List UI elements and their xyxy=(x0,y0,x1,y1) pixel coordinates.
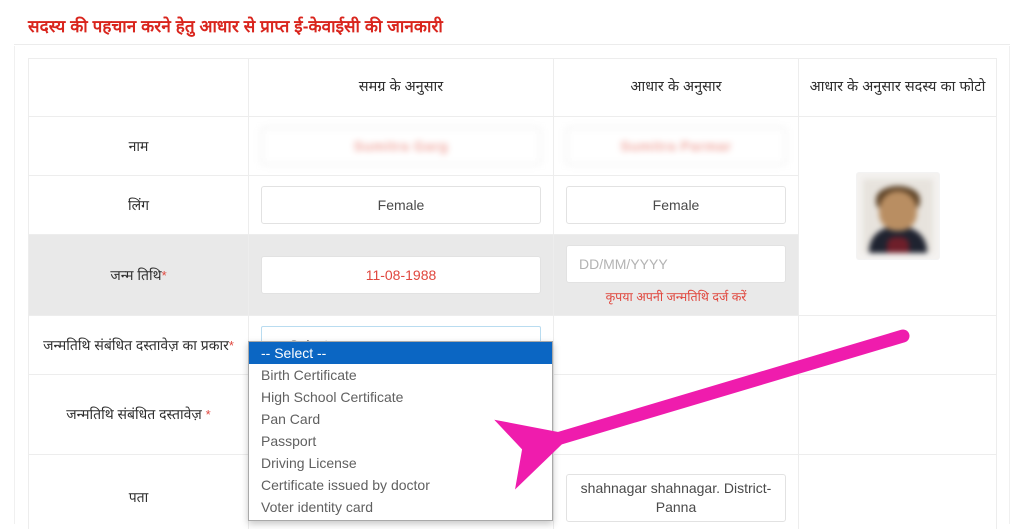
cell-doc-upload-aadhaar xyxy=(553,374,799,455)
dropdown-option-2[interactable]: High School Certificate xyxy=(249,386,552,408)
row-label-doc-type: जन्मतिथि संबंधित दस्तावेज़ का प्रकार* xyxy=(28,315,249,375)
table-header: समग्र के अनुसार आधार के अनुसार आधार के अ… xyxy=(28,58,997,117)
row-label-address: पता xyxy=(28,454,249,529)
row-label-doc-upload: जन्मतिथि संबंधित दस्तावेज़ * xyxy=(28,374,249,455)
dob-samagra-value: 11-08-1988 xyxy=(261,256,541,294)
row-label-name: नाम xyxy=(28,116,249,176)
required-asterisk-doc-upload: * xyxy=(205,407,211,423)
required-asterisk-doc-type: * xyxy=(228,337,234,353)
header-samagra: समग्र के अनुसार xyxy=(248,58,554,117)
dropdown-option-4[interactable]: Passport xyxy=(249,430,552,452)
cell-address-aadhaar: shahnagar shahnagar. District-Panna xyxy=(553,454,799,529)
address-aadhaar-value: shahnagar shahnagar. District-Panna xyxy=(566,473,786,522)
gender-aadhaar-value: Female xyxy=(566,186,786,224)
cell-member-photo xyxy=(798,116,997,316)
row-label-dob-text: जन्म तिथि xyxy=(110,266,162,283)
header-blank xyxy=(28,58,249,117)
dropdown-option-1[interactable]: Birth Certificate xyxy=(249,364,552,386)
cell-dob-aadhaar: DD/MM/YYYY कृपया अपनी जन्मतिथि दर्ज करें xyxy=(553,234,799,316)
cell-dob-samagra: 11-08-1988 xyxy=(248,234,554,316)
photo-frame xyxy=(856,173,939,259)
cell-gender-aadhaar: Female xyxy=(553,175,799,235)
name-samagra-value: Sumitra Garg xyxy=(261,127,541,165)
row-label-gender: लिंग xyxy=(28,175,249,235)
header-aadhaar: आधार के अनुसार xyxy=(553,58,799,117)
dob-aadhaar-input[interactable]: DD/MM/YYYY xyxy=(566,245,786,283)
table-header-row: समग्र के अनुसार आधार के अनुसार आधार के अ… xyxy=(28,58,997,117)
gender-samagra-value: Female xyxy=(261,186,541,224)
header-photo: आधार के अनुसार सदस्य का फोटो xyxy=(798,58,997,117)
cell-address-photo xyxy=(798,454,997,529)
dropdown-option-6[interactable]: Certificate issued by doctor xyxy=(249,474,552,496)
name-aadhaar-value: Sumitra Parmar xyxy=(566,127,786,165)
doc-type-dropdown-list[interactable]: -- Select -- Birth Certificate High Scho… xyxy=(248,341,553,521)
dropdown-option-7[interactable]: Voter identity card xyxy=(249,496,552,518)
dropdown-option-3[interactable]: Pan Card xyxy=(249,408,552,430)
dob-error-message: कृपया अपनी जन्मतिथि दर्ज करें xyxy=(605,290,747,304)
table-row-name: नाम Sumitra Garg Sumitra Parmar xyxy=(28,116,997,316)
cell-doc-type-photo xyxy=(798,315,997,375)
dropdown-option-0[interactable]: -- Select -- xyxy=(249,342,552,364)
ekyc-page: सदस्य की पहचान करने हेतु आधार से प्राप्त… xyxy=(0,0,1024,529)
title-divider xyxy=(14,44,1010,45)
cell-gender-samagra: Female xyxy=(248,175,554,235)
dropdown-option-5[interactable]: Driving License xyxy=(249,452,552,474)
cell-doc-upload-photo xyxy=(798,374,997,455)
row-label-dob: जन्म तिथि* xyxy=(28,234,249,316)
row-label-doc-type-text: जन्मतिथि संबंधित दस्तावेज़ का प्रकार xyxy=(43,336,229,353)
row-label-doc-upload-text: जन्मतिथि संबंधित दस्तावेज़ xyxy=(66,406,202,423)
required-asterisk-dob: * xyxy=(161,267,167,283)
page-title: सदस्य की पहचान करने हेतु आधार से प्राप्त… xyxy=(28,17,443,36)
cell-name-aadhaar: Sumitra Parmar xyxy=(553,116,799,176)
member-photo-image xyxy=(862,179,933,253)
cell-doc-type-aadhaar xyxy=(553,315,799,375)
cell-name-samagra: Sumitra Garg xyxy=(248,116,554,176)
